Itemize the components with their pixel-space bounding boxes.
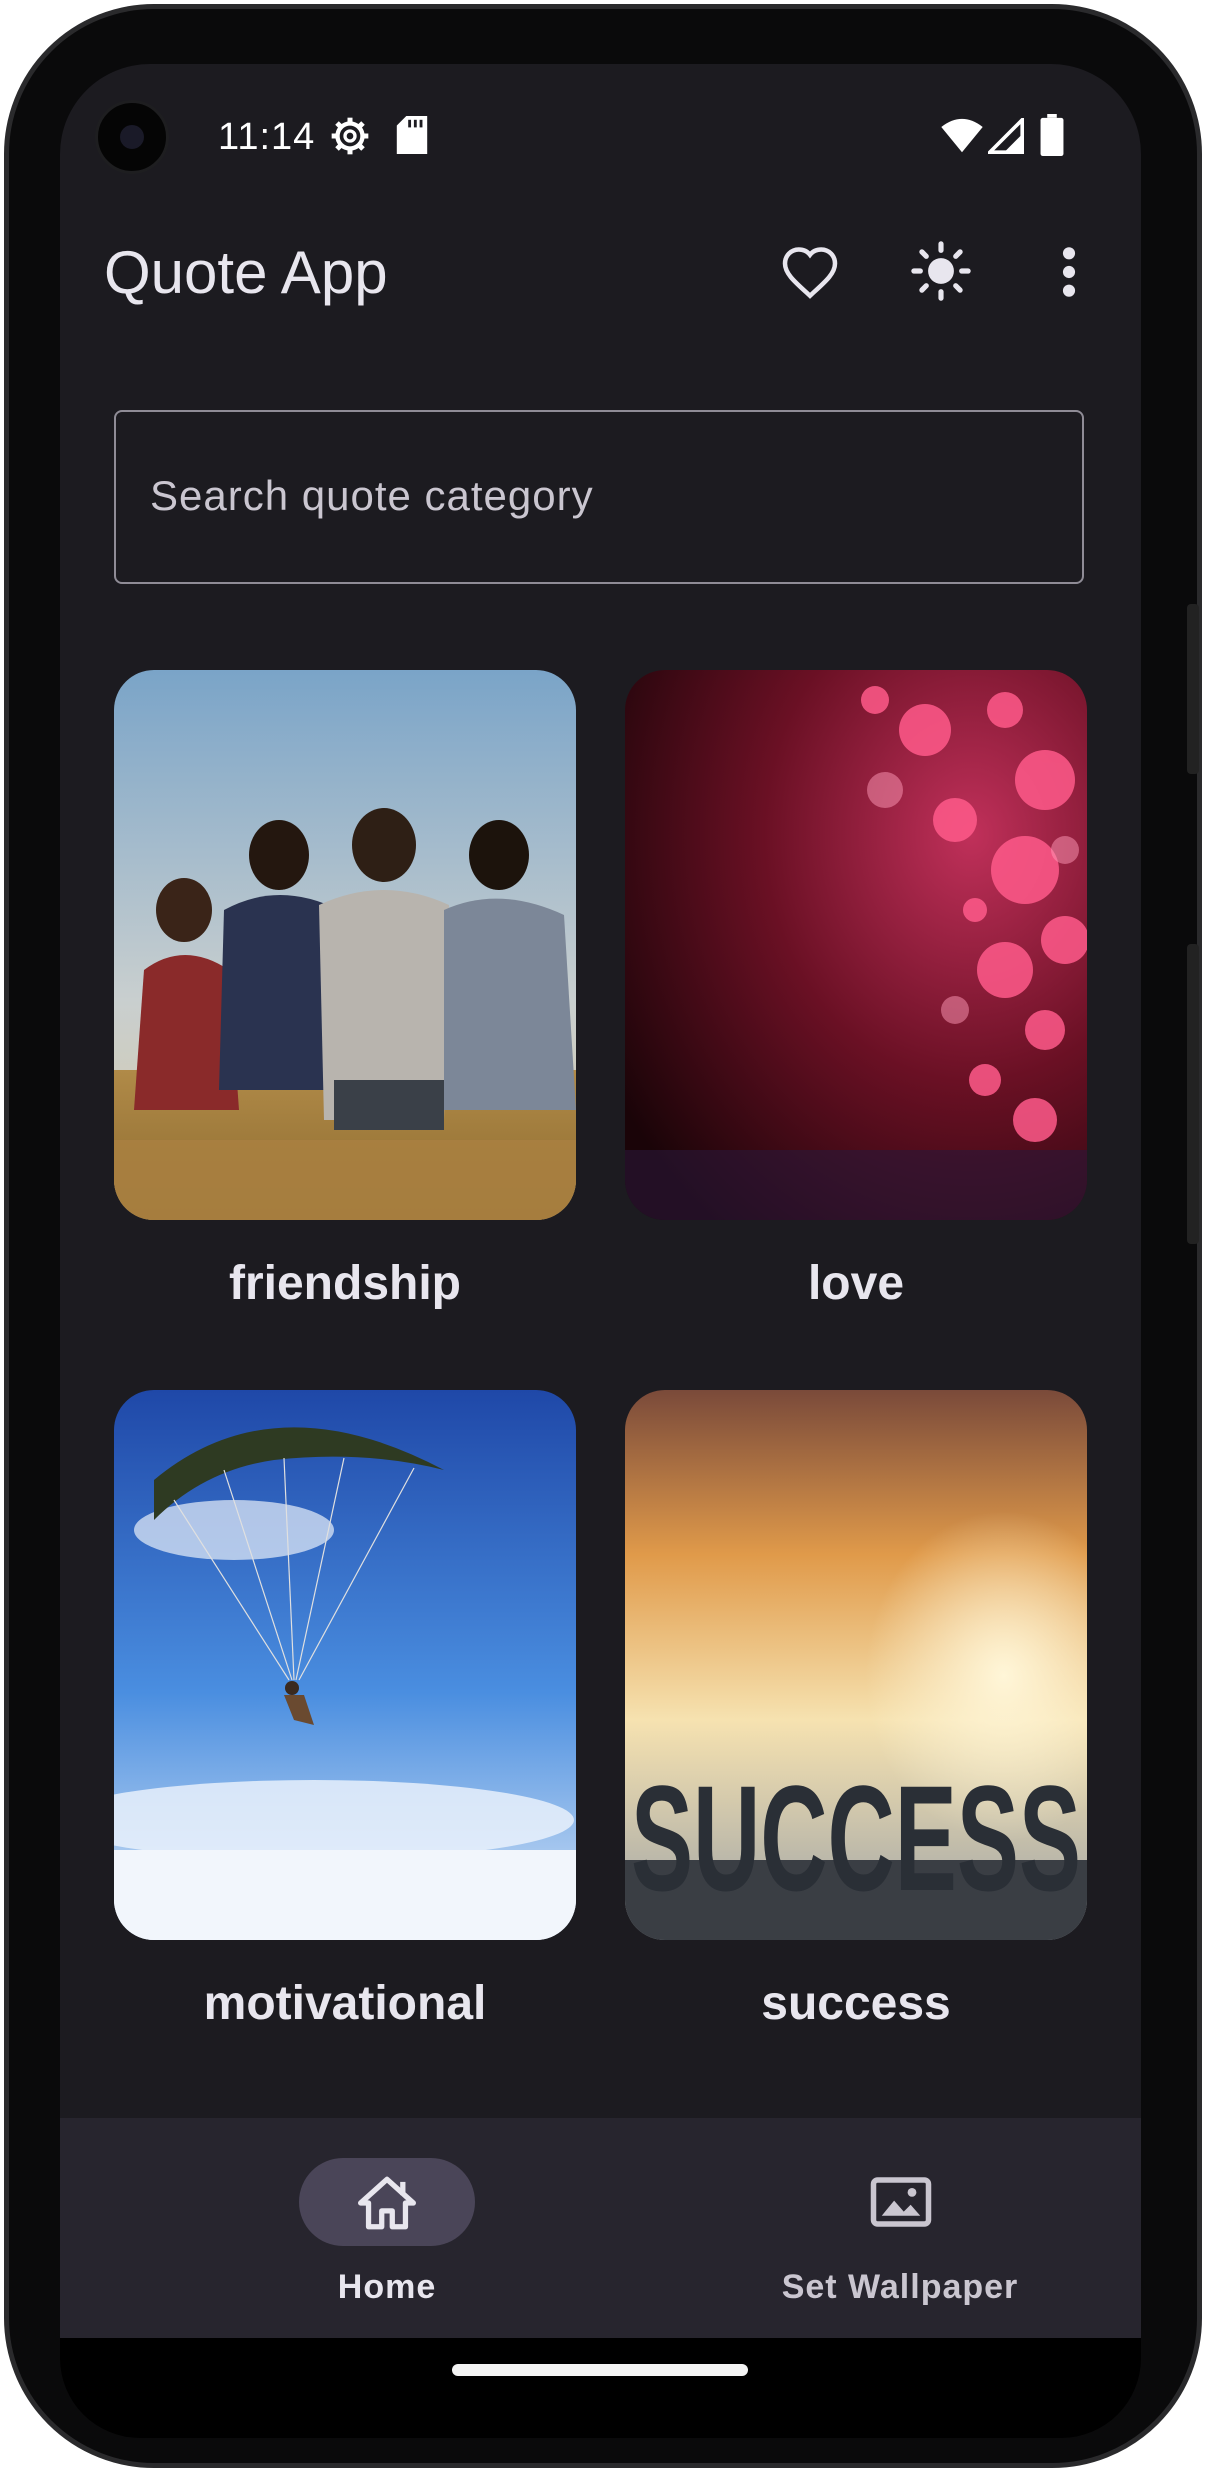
- search-input[interactable]: Search quote category: [114, 410, 1084, 584]
- wifi-icon: [941, 118, 983, 153]
- sd-card-icon: [396, 116, 428, 154]
- signal-icon: [988, 118, 1024, 154]
- theme-brightness-icon[interactable]: [910, 240, 972, 307]
- bottom-navigation: Home Set Wallpaper: [60, 2118, 1141, 2338]
- svg-text:SUCCESS: SUCCESS: [631, 1754, 1081, 1922]
- red-hearts-bokeh-photo: [625, 670, 1087, 1220]
- front-camera: [95, 100, 169, 174]
- category-card-motivational[interactable]: motivational: [114, 1390, 576, 2031]
- phone-device: Quote App Search quote category friendsh…: [0, 0, 1211, 2474]
- battery-icon: [1040, 114, 1064, 156]
- category-label-friendship: friendship: [228, 1257, 461, 1310]
- category-card-love[interactable]: love: [625, 670, 1087, 1311]
- search-placeholder: Search quote category: [150, 472, 594, 519]
- favorite-heart-icon[interactable]: [780, 244, 840, 305]
- more-vert-icon[interactable]: [1057, 244, 1081, 305]
- app-title: Quote App: [104, 239, 388, 306]
- home-gesture-bar[interactable]: [452, 2364, 748, 2376]
- paraglider-sky-photo: [114, 1390, 576, 1940]
- success-sunset-photo: SUCCESS: [625, 1390, 1087, 1940]
- nav-item-home[interactable]: Home: [151, 2118, 571, 2338]
- phone-chin: [60, 2338, 1141, 2438]
- nav-item-set-wallpaper[interactable]: Set Wallpaper: [690, 2118, 1110, 2338]
- nav-label-set-wallpaper: Set Wallpaper: [781, 2268, 1019, 2306]
- home-icon: [358, 2176, 416, 2230]
- status-time: 11:14: [218, 116, 316, 158]
- category-label-motivational: motivational: [203, 1977, 487, 2030]
- power-button: [1187, 604, 1199, 774]
- app-screen: Quote App Search quote category friendsh…: [60, 64, 1141, 2338]
- category-label-success: success: [761, 1977, 951, 2030]
- image-icon: [870, 2177, 932, 2227]
- volume-button: [1187, 944, 1199, 1244]
- friends-in-field-photo: [114, 670, 576, 1220]
- settings-gear-icon: [331, 117, 369, 155]
- category-label-love: love: [807, 1257, 905, 1310]
- category-card-friendship[interactable]: friendship: [114, 670, 576, 1311]
- nav-label-home: Home: [337, 2268, 437, 2306]
- category-card-success[interactable]: SUCCESS success: [625, 1390, 1087, 2031]
